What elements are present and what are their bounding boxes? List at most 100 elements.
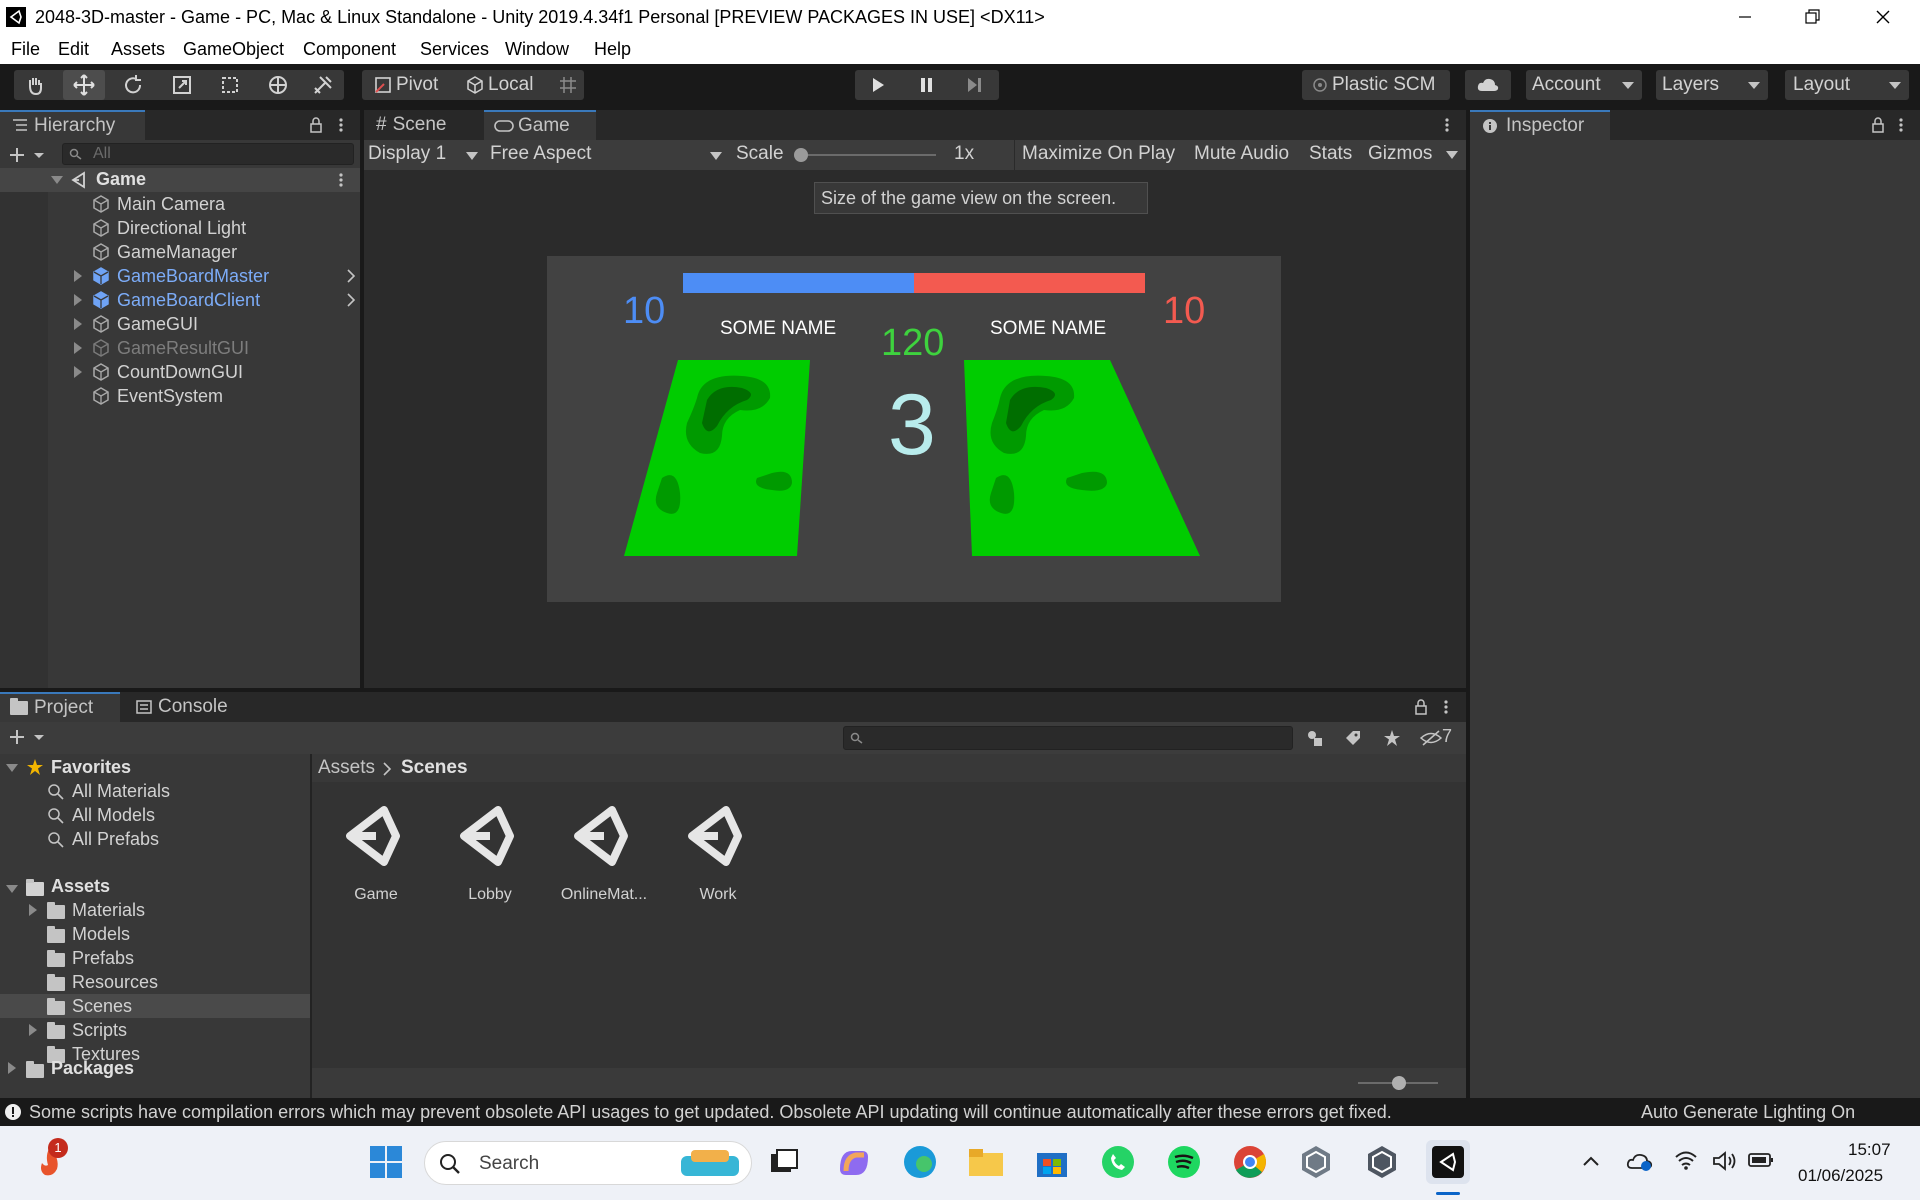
volume-icon[interactable]	[1712, 1150, 1738, 1172]
transform-tool-icon[interactable]	[257, 70, 299, 100]
expand-arrow-icon[interactable]	[74, 294, 82, 306]
scale-tool-icon[interactable]	[161, 70, 203, 100]
onedrive-icon[interactable]	[1626, 1150, 1654, 1172]
menu-help[interactable]: Help	[594, 39, 631, 60]
menu-window[interactable]: Window	[505, 39, 569, 60]
inspector-lock-icon[interactable]	[1871, 117, 1885, 133]
inspector-kebab-icon[interactable]	[1898, 117, 1904, 133]
aspect-dropdown[interactable]: Free Aspect	[490, 143, 728, 167]
breadcrumb-assets[interactable]: Assets	[318, 757, 375, 779]
game-kebab-icon[interactable]	[1444, 117, 1450, 133]
filter-by-label-icon[interactable]	[1344, 729, 1362, 747]
asset-folder-item[interactable]: Models	[72, 922, 130, 946]
packages-expand-icon[interactable]	[8, 1062, 16, 1074]
menu-services[interactable]: Services	[420, 39, 489, 60]
battery-icon[interactable]	[1748, 1152, 1774, 1168]
asset-folder-item[interactable]: Scenes	[72, 994, 132, 1018]
expand-arrow-icon[interactable]	[51, 176, 63, 184]
move-tool-icon[interactable]	[63, 70, 105, 100]
clock-date[interactable]: 01/06/2025	[1798, 1166, 1883, 1186]
chrome-icon[interactable]	[1228, 1140, 1272, 1184]
expand-arrow-icon[interactable]	[74, 270, 82, 282]
hidden-packages-icon[interactable]	[1420, 729, 1442, 747]
plastic-scm-button[interactable]: Plastic SCM	[1302, 70, 1450, 100]
custom-tools-icon[interactable]	[302, 70, 344, 100]
spotify-icon[interactable]	[1162, 1140, 1206, 1184]
scene-asset[interactable]: OnlineMat...	[554, 792, 654, 912]
close-button[interactable]	[1848, 0, 1918, 34]
pivot-button[interactable]: Pivot	[366, 70, 456, 100]
scene-row[interactable]: Game	[0, 168, 360, 192]
unity-hub-icon[interactable]	[1294, 1140, 1338, 1184]
favorites-item[interactable]: All Prefabs	[72, 827, 159, 851]
taskbar-search-box[interactable]: Search	[424, 1141, 752, 1185]
expand-arrow-icon[interactable]	[74, 342, 82, 354]
restore-button[interactable]	[1778, 0, 1848, 34]
stats-toggle[interactable]: Stats	[1309, 143, 1352, 165]
hand-tool-icon[interactable]	[14, 70, 56, 100]
menu-gameobject[interactable]: GameObject	[183, 39, 284, 60]
task-view-icon[interactable]	[762, 1140, 806, 1184]
display-dropdown[interactable]: Display 1	[368, 143, 480, 167]
step-icon[interactable]	[953, 70, 995, 100]
menu-file[interactable]: File	[11, 39, 40, 60]
asset-folder-item[interactable]: Materials	[72, 898, 145, 922]
menu-component[interactable]: Component	[303, 39, 396, 60]
create-plus-icon[interactable]	[8, 146, 48, 164]
start-button[interactable]	[364, 1140, 408, 1184]
scene-asset[interactable]: Game	[326, 792, 426, 912]
scale-slider-thumb[interactable]	[794, 148, 808, 162]
expand-arrow-icon[interactable]	[74, 318, 82, 330]
maximize-on-play-toggle[interactable]: Maximize On Play	[1022, 143, 1175, 165]
packages-label[interactable]: Packages	[51, 1056, 134, 1080]
project-search-input[interactable]	[843, 726, 1293, 750]
favorite-star-icon[interactable]	[1383, 729, 1401, 747]
hierarchy-item[interactable]: CountDownGUI	[0, 360, 360, 384]
asset-folder-item[interactable]: Resources	[72, 970, 158, 994]
scene-menu-icon[interactable]	[338, 172, 344, 188]
folder-expand-icon[interactable]	[29, 1024, 37, 1036]
file-explorer-icon[interactable]	[964, 1140, 1008, 1184]
gizmos-caret-icon[interactable]	[1446, 151, 1458, 159]
scene-asset[interactable]: Work	[668, 792, 768, 912]
project-create-icon[interactable]	[8, 728, 48, 746]
copilot-icon[interactable]	[832, 1140, 876, 1184]
hierarchy-item[interactable]: GameResultGUI	[0, 336, 360, 360]
grid-snap-icon[interactable]	[552, 70, 584, 100]
layers-dropdown[interactable]: Layers	[1656, 70, 1768, 100]
unity-editor-icon[interactable]	[1426, 1140, 1470, 1184]
assets-expand-icon[interactable]	[6, 885, 18, 893]
project-lock-icon[interactable]	[1414, 699, 1428, 715]
edge-icon[interactable]	[898, 1140, 942, 1184]
open-prefab-chevron-icon[interactable]	[346, 293, 356, 307]
open-prefab-chevron-icon[interactable]	[346, 269, 356, 283]
status-message[interactable]: Some scripts have compilation errors whi…	[29, 1102, 1392, 1123]
tab-scene[interactable]: # Scene	[364, 110, 482, 140]
favorites-item[interactable]: All Models	[72, 803, 155, 827]
whatsapp-icon[interactable]	[1096, 1140, 1140, 1184]
favorites-label[interactable]: Favorites	[51, 755, 131, 779]
asset-folder-item[interactable]: Prefabs	[72, 946, 134, 970]
filter-by-type-icon[interactable]	[1306, 729, 1324, 747]
hierarchy-item[interactable]: GameManager	[0, 240, 360, 264]
gizmos-toggle[interactable]: Gizmos	[1368, 143, 1432, 165]
tab-game[interactable]: Game	[484, 110, 596, 140]
breadcrumb-scenes[interactable]: Scenes	[401, 757, 468, 779]
clock-time[interactable]: 15:07	[1848, 1140, 1891, 1160]
account-dropdown[interactable]: Account	[1526, 70, 1642, 100]
scale-slider-track[interactable]	[796, 154, 936, 156]
hierarchy-item[interactable]: Main Camera	[0, 192, 360, 216]
menu-assets[interactable]: Assets	[111, 39, 165, 60]
hierarchy-item[interactable]: GameBoardClient	[0, 288, 360, 312]
hierarchy-item[interactable]: GameBoardMaster	[0, 264, 360, 288]
hierarchy-search-input[interactable]: All	[62, 143, 354, 165]
favorites-expand-icon[interactable]	[6, 764, 18, 772]
local-button[interactable]: Local	[460, 70, 546, 100]
weather-widget-icon[interactable]: 1	[28, 1138, 72, 1184]
project-kebab-icon[interactable]	[1443, 699, 1449, 715]
cloud-icon[interactable]	[1465, 70, 1511, 100]
hierarchy-item[interactable]: Directional Light	[0, 216, 360, 240]
pause-icon[interactable]	[905, 70, 947, 100]
asset-folder-item[interactable]: Scripts	[72, 1018, 127, 1042]
unity-hub-2-icon[interactable]	[1360, 1140, 1404, 1184]
